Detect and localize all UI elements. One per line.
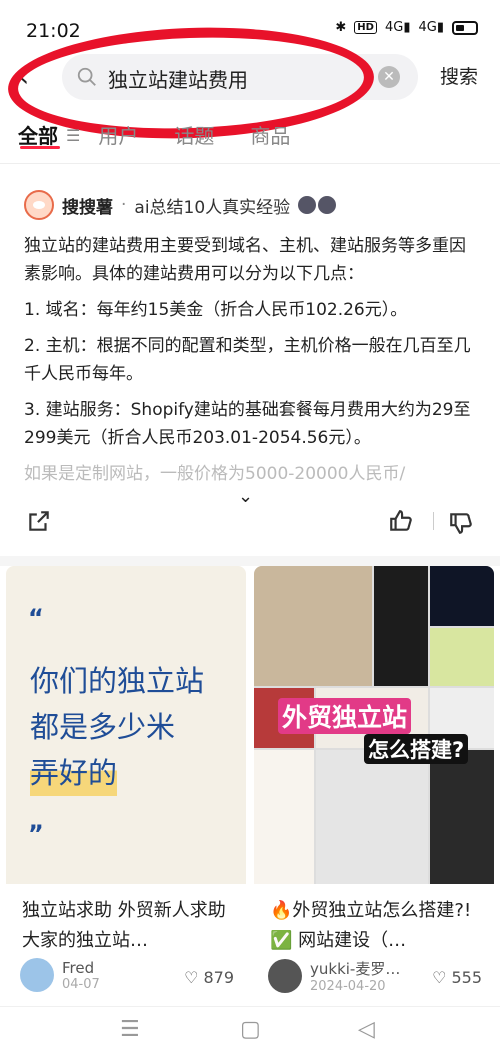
heart-icon: ♡ [432,968,447,987]
like-button[interactable]: ♡ 555 [432,968,482,987]
ai-point-2: 2. 主机：根据不同的配置和类型，主机价格一般在几百至几千人民币每年。 [24,336,471,384]
action-divider [433,512,434,530]
ai-faded-line: 如果是定制网站，一般价格为5000-20000人民币/ [24,464,406,484]
like-button[interactable]: ♡ 879 [184,968,234,987]
note-title[interactable]: 独立站求助 外贸新人求助 大家的独立站… [22,896,232,956]
search-box[interactable]: 独立站建站费用 ✕ [62,54,418,100]
ai-name: 搜搜薯 [62,197,113,218]
ai-avatar [24,190,54,220]
like-count: 879 [203,968,234,987]
author-name: Fred [62,958,95,977]
filter-icon[interactable]: ☰ [66,118,80,163]
clear-search-icon[interactable]: ✕ [378,66,400,88]
bluetooth-icon: ✱ [335,20,347,35]
search-button[interactable]: 搜索 [440,62,478,89]
avatar[interactable] [268,959,302,993]
section-divider [0,556,500,566]
cover-text: 你们的独立站 都是多少米 弄好的 [30,658,204,796]
signal-icon-1: 4G▮ [384,20,411,35]
note-cover: “ 你们的独立站 都是多少米 弄好的 ” [6,566,246,884]
recents-icon[interactable]: ☰ [120,1017,140,1042]
ai-intro: 独立站的建站费用主要受到域名、主机、建站服务等多重因素影响。具体的建站费用可以分… [24,236,466,284]
note-author[interactable]: yukki-麦罗… 2024-04-20 [268,958,400,994]
ai-separator: · [121,195,127,215]
ai-subtitle: ai总结10人真实经验 [134,197,291,218]
tab-bar: 全部 ☰ 用户 话题 商品 [0,118,500,164]
heart-icon: ♡ [184,968,199,987]
active-tab-indicator [20,146,60,149]
cover-title: 外贸独立站 [278,698,412,734]
note-date: 04-07 [62,976,100,992]
hd-badge: HD [354,21,377,34]
avatar[interactable] [20,958,54,992]
ai-point-1: 1. 域名：每年约15美金（折合人民币102.26元）。 [24,300,408,320]
note-card[interactable]: “ 你们的独立站 都是多少米 弄好的 ” 独立站求助 外贸新人求助 大家的独立站… [6,566,246,998]
open-quote-icon: “ [28,604,44,632]
home-icon[interactable]: ▢ [240,1017,261,1042]
ai-point-3: 3. 建站服务：Shopify建站的基础套餐每月费用大约为29至299美元（折合… [24,400,471,448]
system-nav-bar: ☰ ▢ ◁ [0,1006,500,1056]
note-feed: “ 你们的独立站 都是多少米 弄好的 ” 独立站求助 外贸新人求助 大家的独立站… [6,566,494,998]
note-date: 2024-04-20 [310,979,386,994]
status-icons: ✱ HD 4G▮ 4G▮ [335,20,478,35]
like-count: 555 [451,968,482,987]
battery-icon [452,20,478,35]
share-icon[interactable] [26,508,52,534]
search-icon [77,67,96,86]
back-nav-icon[interactable]: ◁ [358,1017,375,1042]
close-quote-icon: ” [28,820,44,848]
ai-actions [0,504,500,544]
ai-summary-body: 独立站的建站费用主要受到域名、主机、建站服务等多重因素影响。具体的建站费用可以分… [24,232,480,496]
note-card[interactable]: 外贸独立站 怎么搭建? 🔥外贸独立站怎么搭建?! ✅ 网站建设（… yukki-… [254,566,494,998]
search-input[interactable]: 独立站建站费用 [108,64,248,93]
tab-products[interactable]: 商品 [232,118,308,163]
ai-summary-card[interactable]: 搜搜薯 · ai总结10人真实经验 独立站的建站费用主要受到域名、主机、建站服务… [0,176,500,556]
note-title[interactable]: 🔥外贸独立站怎么搭建?! ✅ 网站建设（… [270,896,480,956]
tab-all[interactable]: 全部 [0,118,76,163]
tab-topics[interactable]: 话题 [156,118,232,163]
thumbs-up-icon[interactable] [388,508,414,534]
author-name: yukki-麦罗… [310,960,401,978]
status-time: 21:02 [26,20,81,42]
back-button[interactable]: ‹ [18,62,48,92]
contributor-avatars [298,196,337,214]
tab-users[interactable]: 用户 [80,118,156,163]
thumbs-down-icon[interactable] [448,510,474,536]
search-row: ‹ 独立站建站费用 ✕ 搜索 [0,50,500,104]
note-cover: 外贸独立站 怎么搭建? [254,566,494,884]
cover-subtitle: 怎么搭建? [364,734,469,764]
note-author[interactable]: Fred 04-07 [20,958,100,992]
signal-icon-2: 4G▮ [418,20,444,35]
ai-summary-header: 搜搜薯 · ai总结10人真实经验 [24,190,337,220]
